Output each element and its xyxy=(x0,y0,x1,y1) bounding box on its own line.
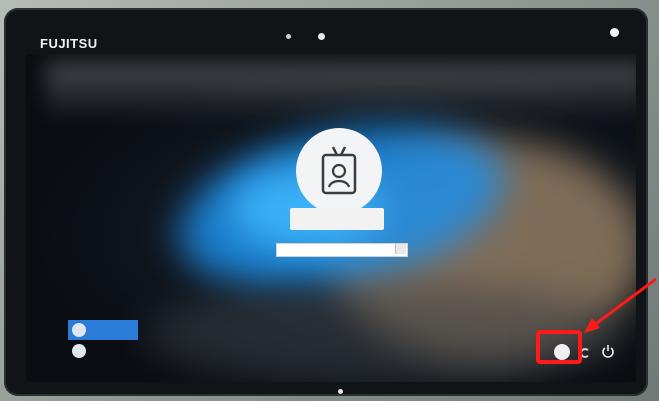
user-avatar-small-icon xyxy=(72,344,86,358)
camera-icon xyxy=(286,34,291,39)
power-icon[interactable] xyxy=(601,344,615,358)
password-input[interactable] xyxy=(276,243,408,257)
arrow-annotation xyxy=(584,277,657,333)
brand-logo: FUJITSU xyxy=(40,36,98,51)
user-avatar-small-icon xyxy=(72,323,86,337)
user-avatar xyxy=(296,128,382,214)
submit-arrow-button[interactable] xyxy=(395,244,406,254)
user-name xyxy=(290,208,384,230)
screen-glare xyxy=(46,62,636,122)
id-badge-icon xyxy=(321,146,357,195)
user-list-item-selected[interactable] xyxy=(68,320,138,340)
camera-lens-icon xyxy=(318,33,325,40)
user-list-item[interactable] xyxy=(72,344,92,358)
light-sensor-icon xyxy=(610,28,619,37)
home-button[interactable] xyxy=(338,389,343,394)
